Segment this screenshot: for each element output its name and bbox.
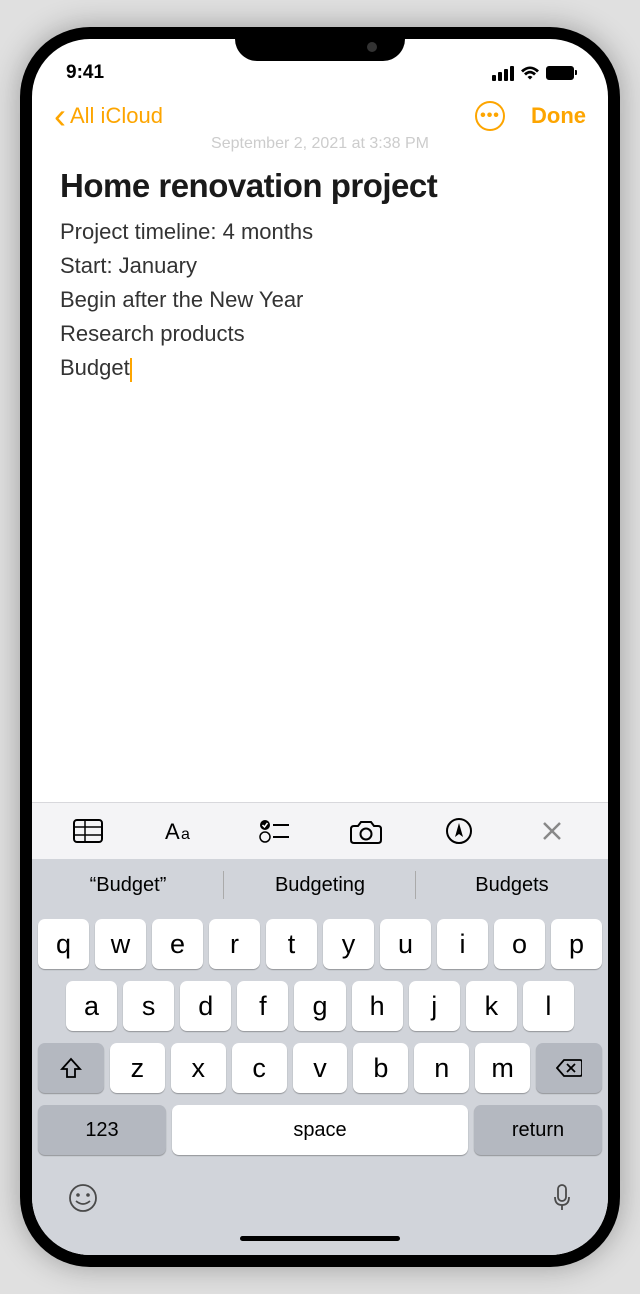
dictation-button[interactable] xyxy=(552,1183,572,1220)
key-o[interactable]: o xyxy=(494,919,545,969)
key-i[interactable]: i xyxy=(437,919,488,969)
key-p[interactable]: p xyxy=(551,919,602,969)
note-title: Home renovation project xyxy=(60,167,580,205)
checklist-icon[interactable] xyxy=(256,817,292,845)
key-h[interactable]: h xyxy=(352,981,403,1031)
suggestion-item[interactable]: “Budget” xyxy=(32,859,224,911)
key-shift[interactable] xyxy=(38,1043,104,1093)
done-button[interactable]: Done xyxy=(531,103,586,129)
camera-icon[interactable] xyxy=(348,817,384,845)
markup-icon[interactable] xyxy=(441,817,477,845)
key-q[interactable]: q xyxy=(38,919,89,969)
note-line: Project timeline: 4 months xyxy=(60,215,580,249)
note-line: Research products xyxy=(60,317,580,351)
key-f[interactable]: f xyxy=(237,981,288,1031)
format-toolbar: Aa xyxy=(32,802,608,859)
key-n[interactable]: n xyxy=(414,1043,469,1093)
emoji-icon xyxy=(68,1183,98,1213)
key-return[interactable]: return xyxy=(474,1105,602,1155)
notch xyxy=(235,27,405,61)
keyboard-area: Aa “Budget” Budgeting Budgets xyxy=(32,802,608,1255)
key-y[interactable]: y xyxy=(323,919,374,969)
svg-text:A: A xyxy=(165,819,180,843)
status-indicators xyxy=(492,66,574,81)
key-r[interactable]: r xyxy=(209,919,260,969)
note-line: Begin after the New Year xyxy=(60,283,580,317)
key-row-1: q w e r t y u i o p xyxy=(38,919,602,969)
close-keyboard-button[interactable] xyxy=(534,817,570,845)
more-button[interactable]: ••• xyxy=(475,101,505,131)
keyboard: q w e r t y u i o p a s d f g h xyxy=(32,911,608,1255)
keyboard-bottom-bar xyxy=(38,1167,602,1230)
key-u[interactable]: u xyxy=(380,919,431,969)
key-numbers[interactable]: 123 xyxy=(38,1105,166,1155)
phone-frame: 9:41 ‹ All iCloud ••• Done September 2, … xyxy=(20,27,620,1267)
key-a[interactable]: a xyxy=(66,981,117,1031)
note-line-cursor: Budget xyxy=(60,351,580,385)
key-d[interactable]: d xyxy=(180,981,231,1031)
signal-icon xyxy=(492,66,514,81)
note-editor[interactable]: Home renovation project Project timeline… xyxy=(32,153,608,399)
key-m[interactable]: m xyxy=(475,1043,530,1093)
home-indicator[interactable] xyxy=(240,1236,400,1241)
text-cursor xyxy=(130,358,132,382)
key-c[interactable]: c xyxy=(232,1043,287,1093)
svg-text:a: a xyxy=(181,826,190,843)
key-row-3: z x c v b n m xyxy=(38,1043,602,1093)
key-space[interactable]: space xyxy=(172,1105,468,1155)
key-x[interactable]: x xyxy=(171,1043,226,1093)
suggestion-item[interactable]: Budgets xyxy=(416,859,608,911)
wifi-icon xyxy=(520,66,540,81)
key-w[interactable]: w xyxy=(95,919,146,969)
more-icon: ••• xyxy=(480,107,500,125)
key-g[interactable]: g xyxy=(294,981,345,1031)
text-format-icon[interactable]: Aa xyxy=(163,817,199,845)
key-delete[interactable] xyxy=(536,1043,602,1093)
mic-icon xyxy=(552,1183,572,1213)
key-s[interactable]: s xyxy=(123,981,174,1031)
key-v[interactable]: v xyxy=(293,1043,348,1093)
suggestion-bar: “Budget” Budgeting Budgets xyxy=(32,859,608,911)
note-timestamp: September 2, 2021 at 3:38 PM xyxy=(32,135,608,153)
back-button[interactable]: ‹ All iCloud xyxy=(54,103,163,129)
battery-icon xyxy=(546,66,574,80)
table-icon[interactable] xyxy=(70,817,106,845)
status-time: 9:41 xyxy=(66,62,104,84)
back-label: All iCloud xyxy=(70,103,163,129)
phone-screen: 9:41 ‹ All iCloud ••• Done September 2, … xyxy=(32,39,608,1255)
key-row-bottom: 123 space return xyxy=(38,1105,602,1155)
chevron-left-icon: ‹ xyxy=(54,107,66,125)
key-b[interactable]: b xyxy=(353,1043,408,1093)
key-row-2: a s d f g h j k l xyxy=(38,981,602,1031)
shift-icon xyxy=(60,1057,82,1079)
delete-icon xyxy=(556,1058,582,1078)
note-line: Start: January xyxy=(60,249,580,283)
key-k[interactable]: k xyxy=(466,981,517,1031)
key-z[interactable]: z xyxy=(110,1043,165,1093)
key-j[interactable]: j xyxy=(409,981,460,1031)
suggestion-item[interactable]: Budgeting xyxy=(224,859,416,911)
key-t[interactable]: t xyxy=(266,919,317,969)
key-e[interactable]: e xyxy=(152,919,203,969)
emoji-button[interactable] xyxy=(68,1183,98,1220)
key-l[interactable]: l xyxy=(523,981,574,1031)
